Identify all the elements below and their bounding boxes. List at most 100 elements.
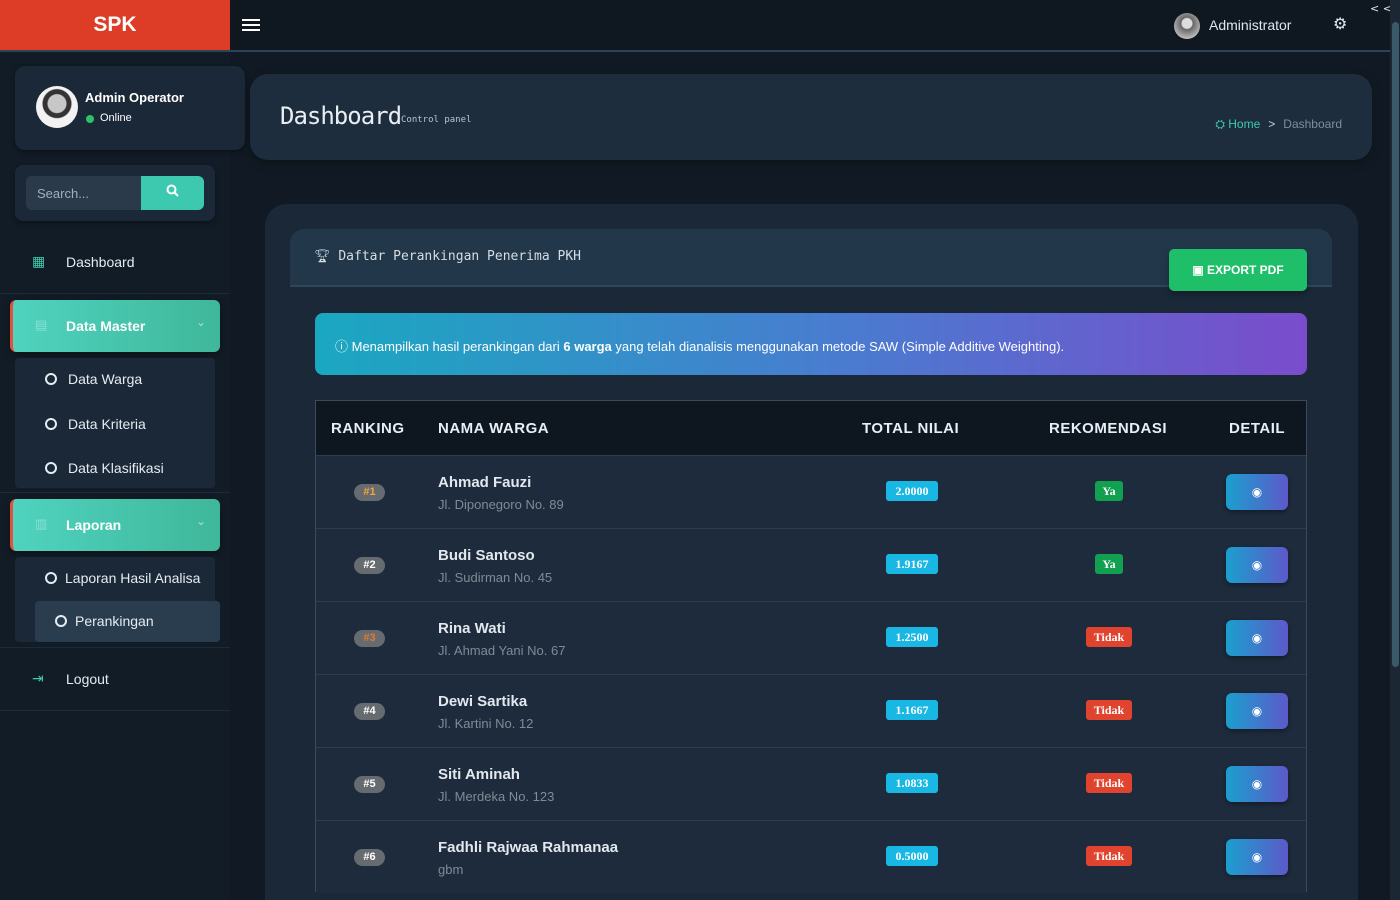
user-status: Online [100, 112, 132, 124]
rank-badge: #3 [354, 630, 385, 647]
search-input[interactable] [26, 176, 141, 210]
page-subtitle: Control panel [401, 115, 472, 125]
recommendation-badge: Tidak [1086, 773, 1132, 793]
eye-icon: ◉ [1251, 485, 1263, 499]
recommendation-badge: Tidak [1086, 627, 1132, 647]
sidebar-divider [0, 710, 230, 711]
eye-icon: ◉ [1251, 704, 1263, 718]
brand-logo[interactable]: SPK [0, 0, 230, 50]
breadcrumb-separator: > [1268, 117, 1276, 131]
ranking-table: RANKING NAMA WARGA TOTAL NILAI REKOMENDA… [315, 400, 1307, 893]
sidebar-item-data-klasifikasi[interactable]: Data Klasifikasi [15, 447, 215, 491]
alert-suffix: yang telah dianalisis menggunakan metode… [611, 339, 1065, 354]
warga-address: Jl. Ahmad Yani No. 67 [438, 643, 566, 658]
circle-icon [45, 462, 57, 474]
report-icon: ▥ [35, 516, 48, 531]
warga-name: Ahmad Fauzi [438, 474, 532, 491]
eye-icon: ◉ [1251, 777, 1263, 791]
collapse-icon[interactable]: < < [1370, 2, 1392, 15]
rank-badge: #6 [354, 849, 385, 866]
table-row: #5 Siti Aminah Jl. Merdeka No. 123 1.083… [316, 747, 1306, 820]
sidebar-item-laporan[interactable]: ▥ Laporan ⌄ [10, 499, 220, 551]
detail-button[interactable]: ◉ [1226, 693, 1288, 729]
score-badge: 2.0000 [886, 481, 938, 501]
database-icon: ▤ [35, 317, 48, 332]
circle-icon [45, 373, 57, 385]
recommendation-badge: Tidak [1086, 700, 1132, 720]
recommendation-badge: Tidak [1086, 846, 1132, 866]
search-icon [166, 184, 179, 201]
detail-button[interactable]: ◉ [1226, 620, 1288, 656]
eye-icon: ◉ [1251, 631, 1263, 645]
hamburger-icon[interactable] [242, 16, 260, 34]
sidebar-item-data-warga[interactable]: Data Warga [15, 358, 215, 402]
sidebar-search [15, 165, 215, 221]
sidebar-item-label: Laporan [66, 517, 122, 533]
score-badge: 1.1667 [886, 700, 938, 720]
recommendation-badge: Ya [1095, 481, 1123, 501]
export-pdf-label: EXPORT PDF [1206, 263, 1284, 277]
search-button[interactable] [141, 176, 204, 210]
score-badge: 1.2500 [886, 627, 938, 647]
table-header: RANKING NAMA WARGA TOTAL NILAI REKOMENDA… [316, 401, 1306, 455]
table-row: #3 Rina Wati Jl. Ahmad Yani No. 67 1.250… [316, 601, 1306, 674]
sidebar-item-data-master[interactable]: ▤ Data Master ⌄ [10, 300, 220, 352]
column-header-rekomendasi: REKOMENDASI [1049, 420, 1168, 437]
scrollbar-thumb[interactable] [1392, 22, 1399, 667]
warga-name: Siti Aminah [438, 766, 520, 783]
sidebar-item-label: Data Warga [68, 371, 143, 387]
detail-button[interactable]: ◉ [1226, 474, 1288, 510]
warga-address: Jl. Merdeka No. 123 [438, 789, 555, 804]
sidebar-item-laporan-hasil-analisa[interactable]: Laporan Hasil Analisa [15, 557, 215, 601]
detail-button[interactable]: ◉ [1226, 839, 1288, 875]
top-navbar: SPK Administrator ⚙ < < [0, 0, 1400, 52]
warga-name: Rina Wati [438, 620, 506, 637]
export-pdf-button[interactable]: ▣ EXPORT PDF [1169, 249, 1307, 291]
rank-badge: #5 [354, 776, 385, 793]
user-name: Admin Operator [85, 90, 184, 105]
column-header-total-nilai: TOTAL NILAI [862, 420, 960, 437]
rank-badge: #1 [354, 484, 385, 501]
warga-name: Budi Santoso [438, 547, 535, 564]
sidebar-item-logout[interactable]: ⇥ Logout [0, 658, 230, 702]
rank-badge: #2 [354, 557, 385, 574]
admin-avatar[interactable] [1174, 13, 1200, 39]
warga-address: Jl. Diponegoro No. 89 [438, 497, 564, 512]
admin-name[interactable]: Administrator [1209, 17, 1291, 33]
breadcrumb-home-label: Home [1228, 117, 1261, 131]
sidebar-divider [0, 492, 230, 493]
info-circle-icon: ⓘ [335, 339, 352, 354]
sidebar-item-dashboard[interactable]: ▦ Dashboard [0, 241, 230, 285]
warga-name: Fadhli Rajwaa Rahmanaa [438, 839, 619, 856]
breadcrumb-home[interactable]: ⛭ Home [1215, 117, 1260, 131]
eye-icon: ◉ [1251, 850, 1263, 864]
online-status-icon [86, 115, 94, 123]
warga-name: Dewi Sartika [438, 693, 528, 710]
submenu-data-master: Data Warga Data Kriteria Data Klasifikas… [15, 358, 215, 488]
chevron-down-icon: ⌄ [195, 315, 206, 329]
sign-out-icon: ⇥ [32, 670, 44, 686]
sidebar-item-label: Dashboard [66, 254, 135, 270]
score-badge: 1.0833 [886, 773, 938, 793]
detail-button[interactable]: ◉ [1226, 547, 1288, 583]
column-header-ranking: RANKING [331, 420, 405, 437]
page-title: Dashboard [280, 102, 402, 130]
warga-address: gbm [438, 862, 464, 877]
sidebar-item-data-kriteria[interactable]: Data Kriteria [15, 403, 215, 447]
table-row: #2 Budi Santoso Jl. Sudirman No. 45 1.91… [316, 528, 1306, 601]
sidebar-divider [0, 647, 230, 648]
breadcrumb: ⛭ Home > Dashboard [1215, 117, 1342, 132]
sidebar: Admin Operator Online ▦ Dashboard ▤ Data… [0, 52, 245, 900]
alert-prefix: Menampilkan hasil perankingan dari [351, 339, 564, 354]
circle-icon [45, 572, 57, 584]
detail-button[interactable]: ◉ [1226, 766, 1288, 802]
rank-badge: #4 [354, 703, 385, 720]
chevron-down-icon: ⌄ [195, 514, 206, 528]
box-title: 🏆︎ Daftar Perankingan Penerima PKH [314, 249, 581, 264]
gears-icon[interactable]: ⚙ [1333, 14, 1347, 33]
sidebar-item-label: Data Master [66, 318, 146, 334]
dashboard-icon: ⛭ [1215, 117, 1229, 131]
sidebar-item-perankingan[interactable]: Perankingan [35, 601, 220, 642]
eye-icon: ◉ [1251, 558, 1263, 572]
page-scrollbar[interactable] [1390, 0, 1400, 900]
